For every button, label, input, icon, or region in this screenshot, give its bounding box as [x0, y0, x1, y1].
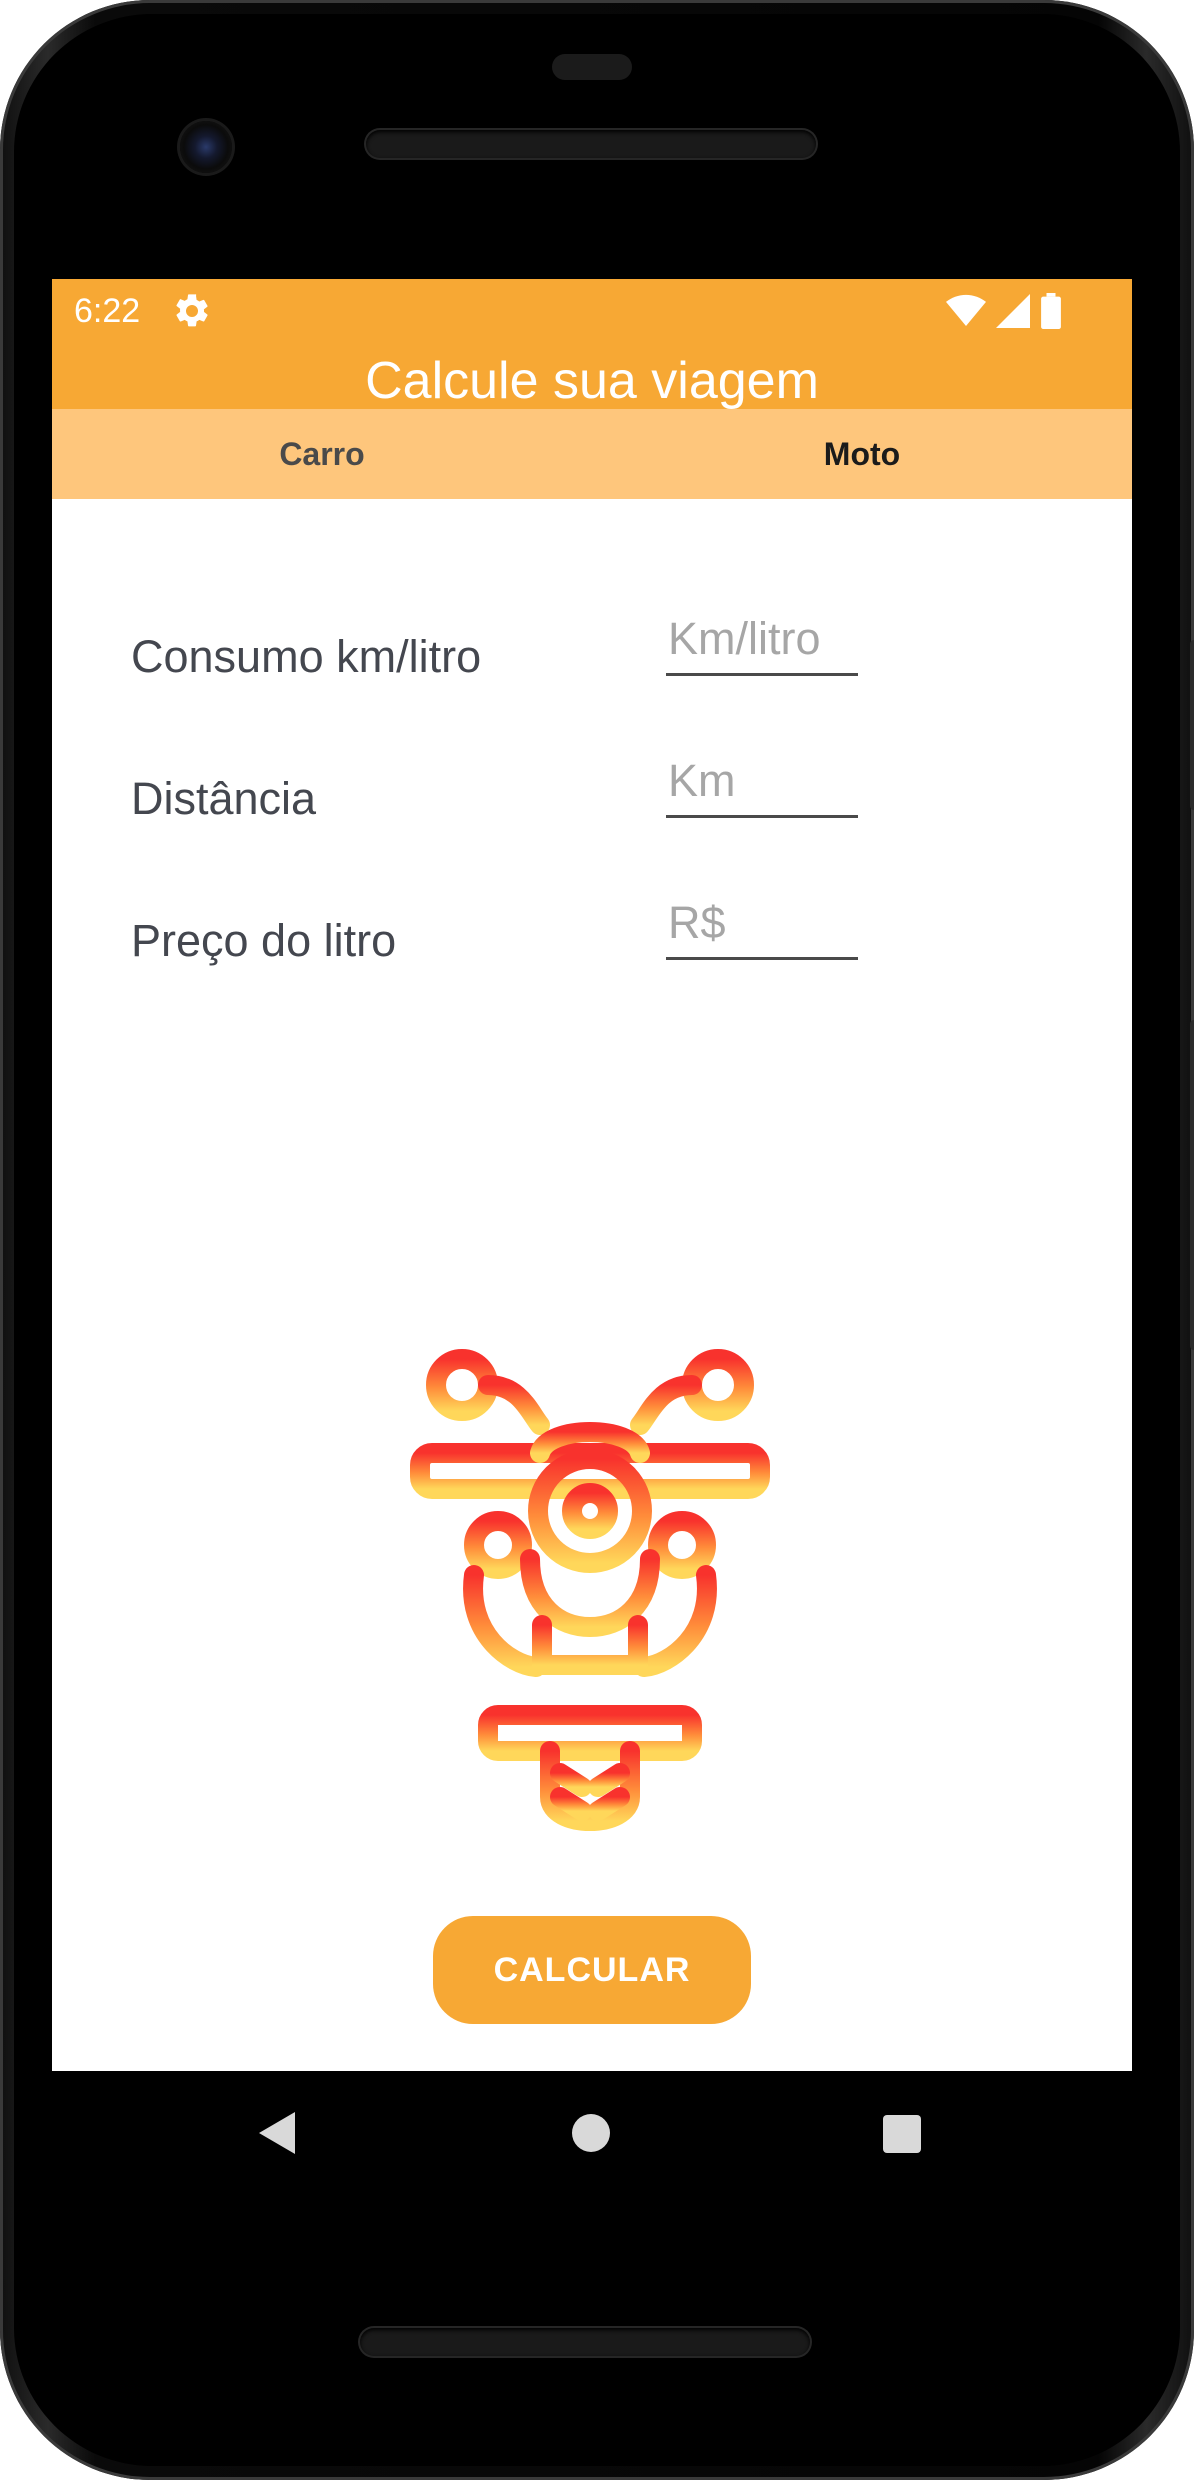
app-bar: Calcule sua viagem — [52, 343, 1132, 410]
tab-moto[interactable]: Moto — [592, 409, 1132, 499]
consumo-input[interactable] — [666, 609, 858, 676]
tab-bar: Carro Moto — [52, 409, 1132, 499]
home-icon[interactable] — [572, 2114, 610, 2152]
form-row-preco: Preço do litro — [52, 883, 1132, 973]
tab-carro[interactable]: Carro — [52, 409, 592, 499]
motorcycle-icon — [410, 1349, 770, 1833]
front-camera-icon — [180, 121, 232, 173]
distancia-label: Distância — [131, 773, 317, 824]
calculate-button[interactable]: CALCULAR — [433, 1916, 751, 2024]
earpiece-speaker — [366, 130, 816, 158]
back-icon[interactable] — [255, 2108, 299, 2158]
form-row-consumo: Consumo km/litro — [52, 599, 1132, 689]
sensor-slot — [552, 54, 632, 80]
page-title: Calcule sua viagem — [365, 352, 819, 410]
volume-button — [1190, 1020, 1194, 1350]
form-row-distancia: Distância — [52, 741, 1132, 831]
status-bar: 6:22 — [52, 279, 1132, 343]
status-time: 6:22 — [74, 292, 141, 330]
bottom-speaker — [360, 2328, 810, 2356]
status-icons — [946, 291, 1062, 331]
signal-icon — [996, 294, 1030, 328]
gear-icon — [176, 294, 208, 327]
wifi-icon — [946, 294, 986, 326]
preco-input[interactable] — [666, 893, 858, 960]
app-screen: 6:22 Calcule sua viagem Carro Moto Consu… — [52, 279, 1132, 2071]
battery-icon — [1041, 293, 1061, 329]
consumo-label: Consumo km/litro — [131, 631, 482, 682]
phone-frame: 6:22 Calcule sua viagem Carro Moto Consu… — [0, 0, 1194, 2480]
power-button — [1190, 640, 1194, 810]
preco-label: Preço do litro — [131, 915, 397, 966]
distancia-input[interactable] — [666, 751, 858, 818]
recents-icon[interactable] — [883, 2115, 921, 2153]
